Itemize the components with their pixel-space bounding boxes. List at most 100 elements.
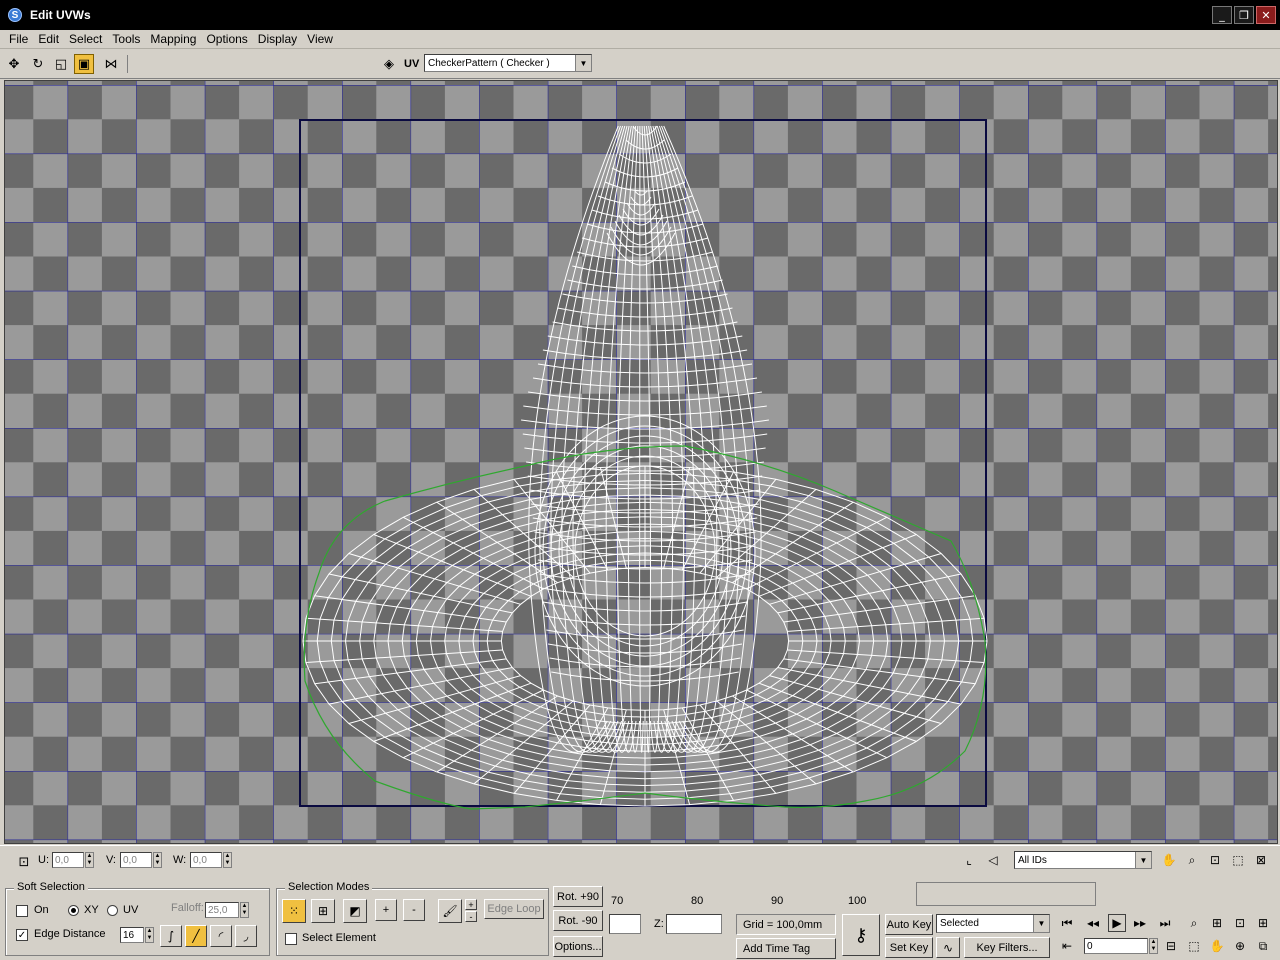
move-icon[interactable]: ✥ [4,54,24,74]
vertex-mode-icon[interactable]: ⁙ [282,899,306,923]
falloff-smooth-icon[interactable]: ∫ [160,925,182,947]
zoom-region-icon[interactable]: ⊡ [1206,851,1224,869]
falloff-field[interactable]: 25,0 [205,902,239,918]
orbit-icon[interactable]: ⊕ [1231,937,1249,955]
edge-distance-spinner[interactable]: ▲ ▼ [145,927,154,943]
zoom-extents-all-icon[interactable]: ⊞ [1254,914,1272,932]
u-field[interactable]: 0,0 [52,852,84,868]
ids-dropdown[interactable]: All IDs ▼ [1014,851,1152,869]
menu-view[interactable]: View [302,32,338,46]
curve-editor-icon[interactable]: ∿ [936,937,960,958]
brush-grow-button[interactable]: + [465,899,477,910]
menu-select[interactable]: Select [64,32,107,46]
minimize-button[interactable]: _ [1212,6,1232,24]
brush-shrink-button[interactable]: - [465,911,477,922]
timeline-tick-label: 80 [691,895,704,907]
set-key-button[interactable]: Set Key [885,937,933,958]
goto-end-icon[interactable]: ⏭ [1156,914,1174,932]
zoom-extents-icon[interactable]: ⊡ [1231,914,1249,932]
rot-minus-90-button[interactable]: Rot. -90 [553,910,603,931]
key-mode-dropdown[interactable]: Selected ▼ [936,914,1050,933]
chevron-down-icon: ▼ [575,55,591,71]
select-element-checkbox[interactable] [285,933,297,945]
menu-edit[interactable]: Edit [33,32,64,46]
status-field[interactable] [609,914,641,934]
uv-viewport[interactable] [4,80,1278,844]
xy-label: XY [84,904,99,916]
time-config-icon[interactable]: ⊟ [1162,937,1180,955]
mirror-icon[interactable]: ⋈ [101,54,121,74]
auto-key-button[interactable]: Auto Key [885,914,933,935]
region-zoom-icon[interactable]: ⬚ [1185,937,1203,955]
show-map-icon[interactable]: ◈ [379,54,399,74]
lock-selection-icon[interactable]: ⊡ [14,852,34,872]
paint-brush-icon[interactable]: 🖌 [438,899,462,923]
rotate-icon[interactable]: ↻ [28,54,48,74]
pan-view-icon[interactable]: ✋ [1208,937,1226,955]
key-icon[interactable]: ⚷ [842,914,880,956]
falloff-slow-icon[interactable]: ◜ [210,925,232,947]
xy-radio[interactable] [68,905,79,916]
zoom-all-icon[interactable]: ⊞ [1208,914,1226,932]
w-label: W: [173,854,187,866]
options-button[interactable]: Options... [553,936,603,957]
next-frame-icon[interactable]: ▸▸ [1131,914,1149,932]
timeline-track[interactable] [916,882,1096,906]
edge-mode-icon[interactable]: ⊞ [311,899,335,923]
frame-spinner[interactable]: ▲ ▼ [1149,938,1158,954]
key-mode-toggle-icon[interactable]: ⇤ [1058,937,1076,955]
zoom-icon[interactable]: ⌕ [1185,914,1203,932]
prev-frame-icon[interactable]: ◂◂ [1084,914,1102,932]
goto-start-icon[interactable]: ⏮ [1058,914,1076,932]
uv-label: UV [404,58,420,70]
snap-icon[interactable]: ⌞ [960,851,978,869]
add-time-tag-button[interactable]: Add Time Tag [736,938,836,959]
texture-dropdown[interactable]: CheckerPattern ( Checker ) ▼ [424,54,592,72]
face-mode-icon[interactable]: ◩ [343,899,367,923]
pan-icon[interactable]: ✋ [1160,851,1178,869]
grid-display: Grid = 100,0mm [736,914,836,935]
filter-selected-icon[interactable]: ⊠ [1252,851,1270,869]
falloff-spinner[interactable]: ▲ ▼ [240,902,249,918]
frame-field[interactable]: 0 [1084,938,1148,954]
edge-distance-field[interactable]: 16 [120,927,144,943]
soft-on-checkbox[interactable] [16,905,28,917]
paint-select-icon[interactable]: ◁ [984,851,1002,869]
soft-selection-title: Soft Selection [14,881,88,893]
close-button[interactable]: ✕ [1256,6,1276,24]
v-field[interactable]: 0,0 [120,852,152,868]
menu-mapping[interactable]: Mapping [145,32,201,46]
freeform-icon[interactable]: ▣ [74,54,94,74]
u-spinner[interactable]: ▲ ▼ [85,852,94,868]
z-field[interactable] [666,914,722,934]
edge-loop-button[interactable]: Edge Loop [484,899,544,919]
maximize-button[interactable]: ❐ [1234,6,1254,24]
zoom-extents-icon[interactable]: ⬚ [1229,851,1247,869]
chevron-down-icon: ▼ [1135,852,1151,868]
play-icon[interactable]: ▶ [1108,914,1126,932]
rot-plus-90-button[interactable]: Rot. +90 [553,886,603,907]
menu-display[interactable]: Display [253,32,302,46]
menu-options[interactable]: Options [201,32,252,46]
falloff-fast-icon[interactable]: ◞ [235,925,257,947]
maximize-viewport-icon[interactable]: ⧉ [1254,937,1272,955]
scale-icon[interactable]: ◱ [51,54,71,74]
key-mode-value: Selected [940,918,979,929]
falloff-linear-icon[interactable]: ╱ [185,925,207,947]
menu-file[interactable]: File [4,32,33,46]
selection-modes-title: Selection Modes [285,881,373,893]
v-spinner[interactable]: ▲ ▼ [153,852,162,868]
zoom-icon[interactable]: ⌕ [1183,851,1201,869]
key-filters-button[interactable]: Key Filters... [964,937,1050,958]
timeline-ruler[interactable]: 70 80 90 100 [608,882,916,910]
edge-distance-checkbox[interactable]: ✓ [16,929,28,941]
app-icon[interactable]: S [8,8,22,22]
menu-tools[interactable]: Tools [107,32,145,46]
grow-button[interactable]: + [375,899,397,921]
uv-radio[interactable] [107,905,118,916]
u-label: U: [38,854,49,866]
title-bar: S Edit UVWs _ ❐ ✕ [0,0,1280,30]
shrink-button[interactable]: - [403,899,425,921]
w-spinner[interactable]: ▲ ▼ [223,852,232,868]
w-field[interactable]: 0,0 [190,852,222,868]
